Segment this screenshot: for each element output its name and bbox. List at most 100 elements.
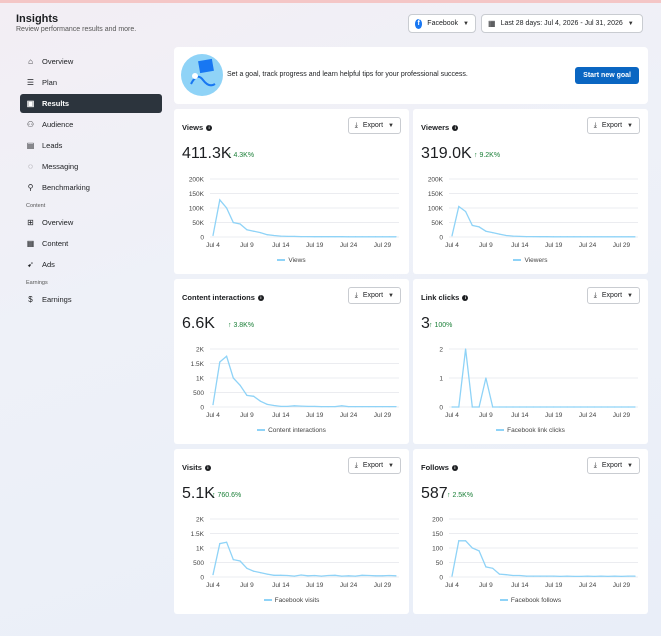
data-point bbox=[451, 406, 453, 408]
metric-change-value: 3.8K% bbox=[233, 322, 255, 329]
card-title: Visits i bbox=[182, 463, 211, 472]
x-tick-label: Jul 19 bbox=[545, 412, 563, 419]
data-point bbox=[464, 348, 467, 350]
sidebar-item-label: Results bbox=[42, 99, 70, 108]
data-point bbox=[388, 236, 390, 238]
data-point bbox=[388, 574, 390, 577]
card-title: Content interactions i bbox=[182, 293, 264, 302]
data-point bbox=[512, 574, 514, 577]
data-point bbox=[253, 395, 255, 397]
data-point bbox=[347, 236, 350, 238]
metric-change: ↑ 3.8K% bbox=[228, 322, 254, 329]
x-tick-label: Jul 19 bbox=[545, 582, 563, 589]
start-new-goal-button[interactable]: Start new goal bbox=[575, 67, 639, 84]
data-point bbox=[375, 405, 377, 408]
export-label: Export bbox=[362, 122, 384, 129]
export-button[interactable]: ⤓ Export ▼ bbox=[586, 287, 640, 304]
data-point bbox=[471, 224, 473, 226]
data-point bbox=[395, 405, 397, 408]
metric-change: ↑ 9.2K% bbox=[474, 152, 500, 159]
data-point bbox=[232, 559, 234, 561]
download-icon: ⤓ bbox=[593, 121, 597, 129]
data-point bbox=[293, 575, 295, 577]
data-point bbox=[239, 560, 241, 562]
y-tick-label: 150K bbox=[428, 191, 444, 198]
platform-selector[interactable]: f Facebook ▼ bbox=[408, 14, 476, 33]
export-button[interactable]: ⤓ Export ▼ bbox=[347, 457, 401, 474]
data-point bbox=[525, 575, 528, 577]
info-icon[interactable]: i bbox=[204, 464, 211, 471]
sidebar-item-benchmarking[interactable]: ⚲ Benchmarking bbox=[20, 178, 162, 197]
data-point bbox=[573, 575, 575, 578]
export-button[interactable]: ⤓ Export ▼ bbox=[586, 117, 640, 134]
data-point bbox=[212, 574, 214, 576]
messaging-icon: ◌ bbox=[28, 162, 33, 171]
card-title-text: Follows bbox=[421, 463, 449, 472]
data-point bbox=[259, 572, 262, 574]
x-tick-label: Jul 29 bbox=[613, 412, 631, 419]
data-point bbox=[580, 406, 582, 408]
metric-total: 411.3K bbox=[182, 145, 232, 162]
legend-swatch bbox=[263, 599, 272, 602]
page-title: Insights bbox=[16, 13, 59, 25]
data-point bbox=[573, 406, 575, 408]
data-point bbox=[375, 236, 377, 238]
grid-icon: ⊞ bbox=[27, 218, 34, 227]
data-point bbox=[553, 575, 555, 577]
data-point bbox=[525, 406, 528, 408]
data-point bbox=[634, 575, 636, 577]
chevron-down-icon: ▼ bbox=[627, 20, 634, 27]
sidebar-item-messaging[interactable]: ◌ Messaging bbox=[20, 157, 162, 176]
info-icon[interactable]: i bbox=[257, 294, 264, 301]
data-point bbox=[354, 575, 356, 577]
metric-change: ↑ 2.5K% bbox=[447, 492, 473, 499]
sidebar-item-ads[interactable]: ➹ Ads bbox=[20, 255, 162, 274]
sidebar-item-content-overview[interactable]: ⊞ Overview bbox=[20, 213, 162, 232]
data-point bbox=[300, 574, 302, 576]
data-point bbox=[532, 575, 534, 577]
info-icon[interactable]: i bbox=[206, 124, 213, 131]
sidebar-item-content[interactable]: ▦ Content bbox=[20, 234, 162, 253]
audience-icon: ⚇ bbox=[26, 120, 35, 129]
data-point bbox=[334, 236, 336, 238]
info-icon[interactable]: i bbox=[451, 464, 458, 471]
sidebar-item-results[interactable]: ▣ Results bbox=[20, 94, 162, 113]
data-point bbox=[553, 406, 555, 408]
y-tick-label: 0 bbox=[439, 235, 443, 242]
sidebar-item-earnings[interactable]: $ Earnings bbox=[20, 290, 162, 309]
results-icon: ▣ bbox=[26, 99, 35, 108]
info-icon[interactable]: i bbox=[452, 124, 459, 131]
y-tick-label: 0 bbox=[200, 405, 204, 412]
sidebar-item-audience[interactable]: ⚇ Audience bbox=[20, 115, 162, 134]
sidebar-item-leads[interactable]: ▤ Leads bbox=[20, 136, 162, 155]
sidebar-item-overview[interactable]: ⌂ Overview bbox=[20, 52, 162, 71]
data-point bbox=[286, 574, 289, 577]
data-point bbox=[485, 377, 487, 379]
export-button[interactable]: ⤓ Export ▼ bbox=[347, 117, 401, 134]
chart-card-visits: Visits i ⤓ Export ▼ 5.1K ↑ 760.6% 2K 1.5K 1K 500 0 J… bbox=[174, 449, 409, 614]
data-point bbox=[361, 574, 363, 576]
x-tick-label: Jul 29 bbox=[374, 412, 392, 419]
sidebar-item-label: Leads bbox=[42, 141, 63, 150]
date-range-selector[interactable]: ▦ Last 28 days: Jul 4, 2026 - Jul 31, 20… bbox=[481, 14, 643, 33]
legend-swatch bbox=[499, 599, 508, 602]
info-icon[interactable]: i bbox=[462, 294, 469, 301]
data-point bbox=[266, 403, 268, 405]
data-point bbox=[280, 574, 282, 576]
home-icon: ⌂ bbox=[28, 57, 33, 66]
data-point bbox=[464, 210, 467, 213]
export-button[interactable]: ⤓ Export ▼ bbox=[586, 457, 640, 474]
data-point bbox=[559, 406, 562, 408]
data-point bbox=[273, 234, 275, 237]
x-tick-label: Jul 19 bbox=[306, 242, 324, 249]
y-tick-label: 1K bbox=[196, 376, 205, 383]
sidebar-item-plan[interactable]: ☰ Plan bbox=[20, 73, 162, 92]
line-chart: 200K 150K 100K 50K 0Jul 4 Jul 9 Jul 14 Jul 19 Ju… bbox=[428, 177, 638, 249]
x-tick-label: Jul 29 bbox=[374, 582, 392, 589]
export-button[interactable]: ⤓ Export ▼ bbox=[347, 287, 401, 304]
data-point bbox=[627, 406, 629, 408]
data-point bbox=[293, 235, 295, 238]
sidebar-section-earnings: Earnings bbox=[26, 280, 48, 286]
line-chart: 200K 150K 100K 50K 0Jul 4 Jul 9 Jul 14 Jul 19 Ju… bbox=[189, 177, 399, 249]
data-point bbox=[492, 406, 494, 408]
